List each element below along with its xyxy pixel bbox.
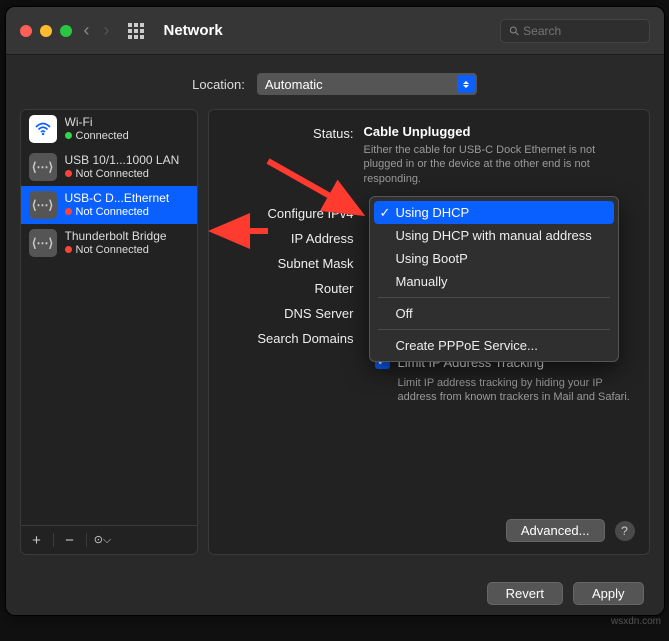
- ethernet-icon: ⟨⋯⟩: [29, 191, 57, 219]
- sidebar-footer: + − ⊙⌵: [21, 525, 197, 554]
- select-stepper-icon: [457, 75, 475, 93]
- dropdown-item-off[interactable]: Off: [370, 302, 618, 325]
- dropdown-separator: [378, 297, 610, 298]
- sidebar-item-usb-lan[interactable]: ⟨⋯⟩ USB 10/1...1000 LANNot Connected: [21, 148, 197, 186]
- zoom-button[interactable]: [60, 25, 72, 37]
- configure-ipv4-dropdown[interactable]: Using DHCP Using DHCP with manual addres…: [369, 196, 619, 362]
- footer-buttons: Revert Apply: [487, 582, 644, 605]
- titlebar: ‹ › Network: [6, 7, 664, 55]
- status-dot-icon: [65, 170, 72, 177]
- window-title: Network: [164, 22, 223, 39]
- dropdown-item-dhcp[interactable]: Using DHCP: [374, 201, 614, 224]
- iface-name: Thunderbolt Bridge: [65, 230, 167, 244]
- advanced-row: Advanced... ?: [506, 519, 635, 542]
- advanced-button[interactable]: Advanced...: [506, 519, 605, 542]
- dropdown-item-dhcp-manual[interactable]: Using DHCP with manual address: [370, 224, 618, 247]
- sidebar-item-wifi[interactable]: Wi-FiConnected: [21, 110, 197, 148]
- back-button[interactable]: ‹: [82, 20, 92, 41]
- limit-tracking-note: Limit IP address tracking by hiding your…: [398, 376, 631, 405]
- wifi-icon: [29, 115, 57, 143]
- search-icon: [509, 25, 520, 37]
- iface-name: Wi-Fi: [65, 116, 129, 130]
- more-actions-button[interactable]: ⊙⌵: [93, 530, 113, 550]
- search-input[interactable]: [523, 24, 640, 38]
- status-dot-icon: [65, 208, 72, 215]
- iface-status: Not Connected: [76, 244, 149, 257]
- dropdown-item-pppoe[interactable]: Create PPPoE Service...: [370, 334, 618, 357]
- remove-interface-button[interactable]: −: [60, 530, 80, 550]
- interface-list: Wi-FiConnected ⟨⋯⟩ USB 10/1...1000 LANNo…: [21, 110, 197, 525]
- iface-name: USB-C D...Ethernet: [65, 192, 170, 206]
- apply-button[interactable]: Apply: [573, 582, 644, 605]
- iface-status: Not Connected: [76, 206, 149, 219]
- status-dot-icon: [65, 246, 72, 253]
- ethernet-icon: ⟨⋯⟩: [29, 153, 57, 181]
- dropdown-separator: [378, 329, 610, 330]
- dropdown-item-bootp[interactable]: Using BootP: [370, 247, 618, 270]
- iface-status: Not Connected: [76, 168, 149, 181]
- body: Wi-FiConnected ⟨⋯⟩ USB 10/1...1000 LANNo…: [6, 109, 664, 569]
- ethernet-icon: ⟨⋯⟩: [29, 229, 57, 257]
- status-value: Cable Unplugged: [364, 124, 471, 139]
- close-button[interactable]: [20, 25, 32, 37]
- help-button[interactable]: ?: [615, 521, 635, 541]
- status-label: Status:: [209, 124, 364, 141]
- dropdown-item-manually[interactable]: Manually: [370, 270, 618, 293]
- preferences-window: ‹ › Network Location: Automatic Wi-FiCon…: [5, 6, 665, 616]
- location-value: Automatic: [265, 77, 323, 92]
- iface-name: USB 10/1...1000 LAN: [65, 154, 180, 168]
- sidebar-item-usbc-ethernet[interactable]: ⟨⋯⟩ USB-C D...EthernetNot Connected: [21, 186, 197, 224]
- revert-button[interactable]: Revert: [487, 582, 563, 605]
- main-panel: Status: Cable Unplugged Either the cable…: [208, 109, 650, 555]
- status-note: Either the cable for USB-C Dock Ethernet…: [364, 143, 624, 186]
- location-select[interactable]: Automatic: [257, 73, 477, 95]
- sidebar-item-thunderbolt[interactable]: ⟨⋯⟩ Thunderbolt BridgeNot Connected: [21, 224, 197, 262]
- location-label: Location:: [192, 77, 245, 92]
- watermark: wsxdn.com: [611, 616, 661, 627]
- minimize-button[interactable]: [40, 25, 52, 37]
- search-field[interactable]: [500, 19, 650, 43]
- status-dot-icon: [65, 132, 72, 139]
- show-all-icon[interactable]: [128, 23, 144, 39]
- status-row: Status: Cable Unplugged Either the cable…: [209, 124, 631, 186]
- add-interface-button[interactable]: +: [27, 530, 47, 550]
- iface-status: Connected: [76, 130, 129, 143]
- location-row: Location: Automatic: [6, 55, 664, 109]
- window-controls: [20, 25, 72, 37]
- forward-button[interactable]: ›: [102, 20, 112, 41]
- interface-sidebar: Wi-FiConnected ⟨⋯⟩ USB 10/1...1000 LANNo…: [20, 109, 198, 555]
